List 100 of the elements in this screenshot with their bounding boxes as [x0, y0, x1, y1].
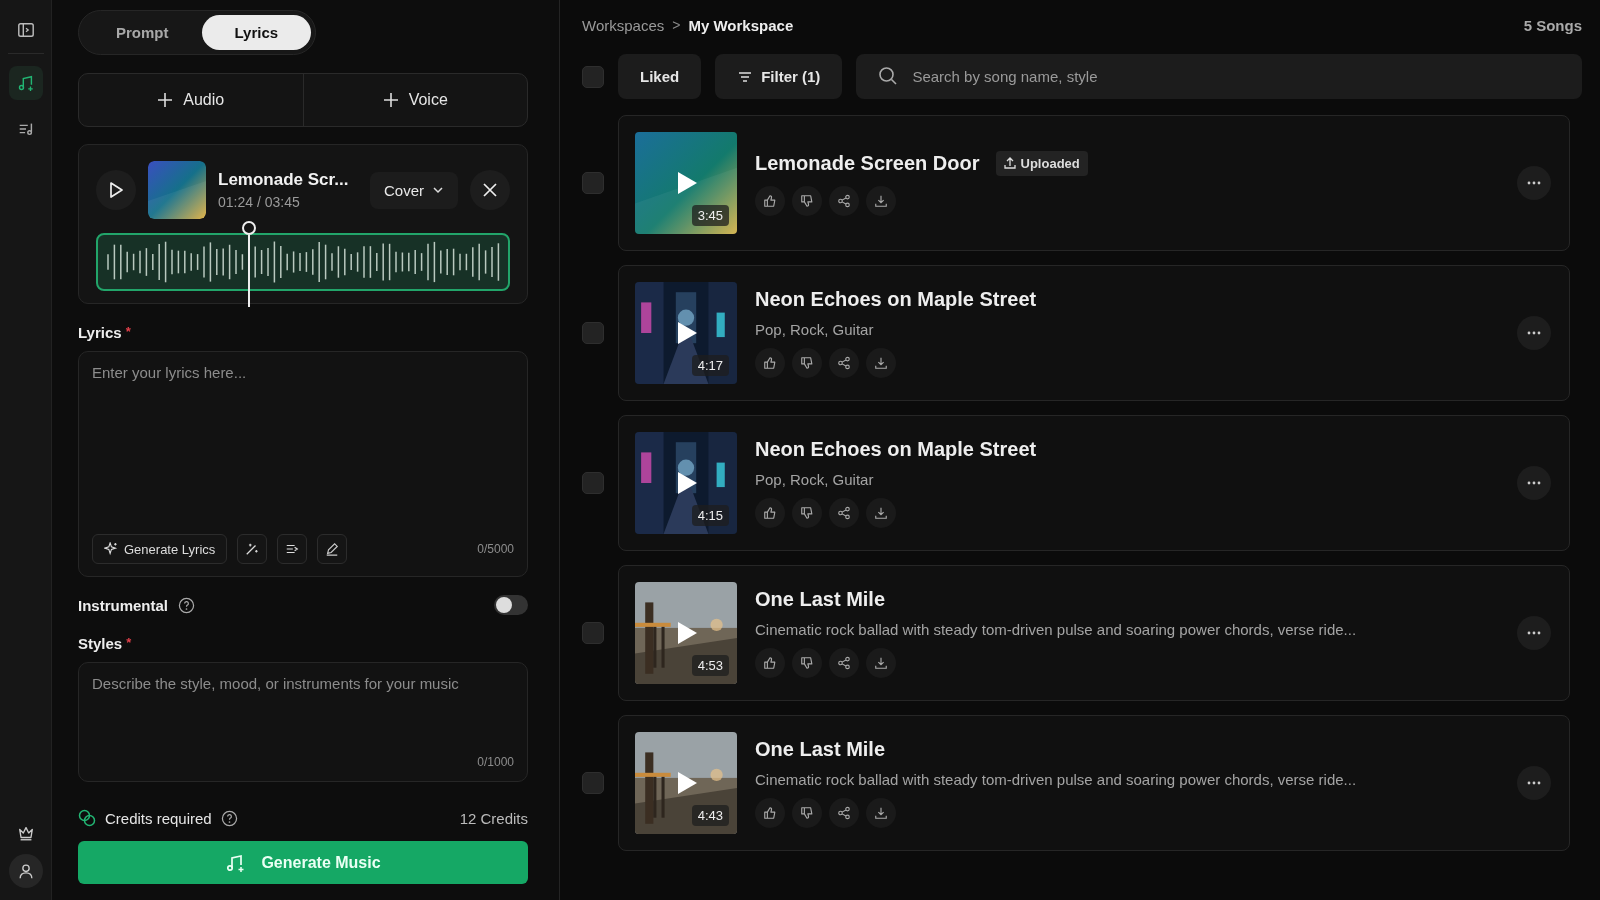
character-count: 0/1000 — [477, 755, 514, 769]
thumbs-up-icon[interactable] — [755, 648, 785, 678]
lyrics-label: Lyrics — [78, 324, 122, 341]
user-avatar[interactable] — [8, 854, 43, 888]
song-card[interactable]: 3:45 Lemonade Screen Door Uploaded — [618, 115, 1570, 251]
chevron-down-icon — [432, 184, 444, 196]
close-icon — [482, 182, 498, 198]
thumbs-down-icon[interactable] — [792, 648, 822, 678]
thumbs-down-icon[interactable] — [792, 498, 822, 528]
play-button[interactable] — [96, 170, 136, 210]
download-icon[interactable] — [866, 798, 896, 828]
duration-badge: 4:53 — [691, 655, 729, 676]
breadcrumb-current: My Workspace — [688, 16, 794, 34]
sparkle-icon — [104, 542, 118, 556]
track-title: Lemonade Scr... — [218, 170, 350, 190]
ellipsis-icon — [1527, 631, 1541, 635]
song-card[interactable]: 4:53 One Last Mile Cinematic rock ballad with steady tom-driven pulse and soaring power chords, verse ride... — [618, 565, 1570, 701]
required-mark: * — [125, 324, 131, 341]
magic-wand-button[interactable] — [237, 534, 268, 564]
music-note-plus-icon — [16, 74, 35, 92]
crown-icon[interactable] — [16, 824, 35, 842]
mode-tab[interactable]: Prompt — [83, 15, 202, 50]
song-checkbox[interactable] — [582, 472, 604, 494]
thumbs-up-icon[interactable] — [755, 798, 785, 828]
download-icon[interactable] — [866, 348, 896, 378]
breadcrumb-link[interactable]: Workspaces — [582, 16, 665, 34]
thumbs-down-icon[interactable] — [792, 348, 822, 378]
close-button[interactable] — [470, 170, 510, 210]
song-checkbox[interactable] — [582, 772, 604, 794]
share-icon[interactable] — [829, 798, 859, 828]
song-count: 5 Songs — [1523, 16, 1582, 34]
song-description: Cinematic rock ballad with steady tom-driven pulse and soaring power chords, verse ride... — [755, 621, 1358, 638]
search-field[interactable]: Search by song name, style — [856, 54, 1582, 99]
song-description: Cinematic rock ballad with steady tom-driven pulse and soaring power chords, verse ride... — [755, 771, 1358, 788]
magic-wand-icon — [245, 542, 260, 556]
styles-field[interactable]: Describe the style, mood, or instruments for your music — [92, 675, 514, 755]
duration-badge: 4:15 — [691, 505, 729, 526]
sidebar-item[interactable] — [8, 66, 43, 100]
generate-lyrics-button[interactable]: Generate Lyrics — [92, 534, 228, 564]
song-title: One Last Mile — [755, 738, 886, 761]
play-icon[interactable] — [676, 321, 698, 345]
help-icon[interactable] — [178, 596, 195, 614]
coins-icon — [78, 809, 96, 827]
lyrics-field[interactable]: Enter your lyrics here... — [92, 364, 514, 534]
credits-label: Credits required — [105, 809, 212, 827]
lyrics-editor[interactable]: Enter your lyrics here... Generate Lyrics 0/5000 — [78, 351, 528, 577]
styles-label: Styles — [78, 635, 123, 652]
edit-button[interactable] — [317, 534, 348, 564]
duration-badge: 4:17 — [691, 355, 729, 376]
song-card[interactable]: 4:15 Neon Echoes on Maple Street Pop, Rock, Guitar — [618, 415, 1570, 551]
song-title: Lemonade Screen Door — [755, 151, 980, 175]
song-title: Neon Echoes on Maple Street — [755, 288, 1037, 311]
plus-icon — [157, 92, 174, 108]
song-card[interactable]: 4:43 One Last Mile Cinematic rock ballad with steady tom-driven pulse and soaring power chords, verse ride... — [618, 715, 1570, 851]
mode-dropdown[interactable]: Cover — [370, 171, 458, 209]
required-mark: * — [126, 635, 132, 652]
format-lines-button[interactable] — [277, 534, 308, 564]
liked-button[interactable]: Liked — [618, 54, 702, 99]
add-button[interactable]: Voice — [302, 74, 527, 126]
plus-icon — [382, 92, 399, 108]
lines-arrow-icon — [285, 542, 300, 556]
share-icon[interactable] — [829, 348, 859, 378]
song-checkbox[interactable] — [582, 622, 604, 644]
song-title: Neon Echoes on Maple Street — [755, 438, 1037, 461]
song-card[interactable]: 4:17 Neon Echoes on Maple Street Pop, Rock, Guitar — [618, 265, 1570, 401]
ellipsis-icon — [1527, 181, 1541, 185]
instrumental-label: Instrumental — [78, 596, 168, 614]
select-all-checkbox[interactable] — [582, 65, 604, 88]
add-button[interactable]: Audio — [79, 74, 303, 126]
song-checkbox[interactable] — [582, 322, 604, 344]
download-icon[interactable] — [866, 498, 896, 528]
thumbs-up-icon[interactable] — [755, 185, 785, 216]
share-icon[interactable] — [829, 648, 859, 678]
panel-toggle-icon[interactable] — [16, 21, 35, 39]
ellipsis-icon — [1527, 331, 1541, 335]
music-note-plus-icon — [225, 852, 246, 873]
duration-badge: 4:43 — [691, 805, 729, 826]
download-icon[interactable] — [866, 648, 896, 678]
pencil-icon — [325, 542, 340, 556]
instrumental-toggle[interactable] — [494, 595, 528, 615]
help-icon[interactable] — [220, 809, 238, 827]
download-icon[interactable] — [866, 185, 896, 216]
upload-icon — [1003, 157, 1016, 169]
song-description: Pop, Rock, Guitar — [755, 471, 875, 488]
breadcrumb-separator: > — [672, 17, 681, 33]
thumbs-up-icon[interactable] — [755, 348, 785, 378]
filter-button[interactable]: Filter (1) — [715, 54, 843, 99]
song-description: Pop, Rock, Guitar — [755, 321, 875, 338]
styles-editor[interactable]: Describe the style, mood, or instruments for your music 0/1000 — [78, 662, 528, 782]
share-icon[interactable] — [829, 498, 859, 528]
thumbs-up-icon[interactable] — [755, 498, 785, 528]
thumbs-down-icon[interactable] — [792, 798, 822, 828]
song-checkbox[interactable] — [582, 172, 604, 194]
playhead[interactable] — [242, 221, 257, 307]
mode-tab[interactable]: Lyrics — [201, 15, 312, 50]
play-icon — [108, 181, 124, 199]
play-icon[interactable] — [676, 471, 698, 495]
share-icon[interactable] — [829, 185, 859, 216]
thumbs-down-icon[interactable] — [792, 185, 822, 216]
ellipsis-icon — [1527, 781, 1541, 785]
